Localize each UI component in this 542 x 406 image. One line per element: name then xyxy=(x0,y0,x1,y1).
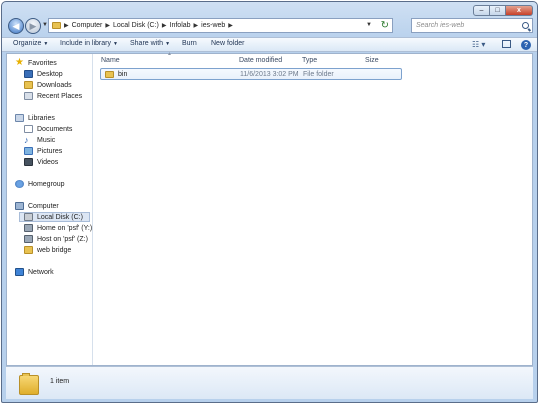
nav-label: Music xyxy=(37,136,56,144)
explorer-window: – □ x ◀ ▶ ▼ ▶ Computer ▶ Local Disk (C:)… xyxy=(1,1,538,403)
address-bar[interactable]: ▶ Computer ▶ Local Disk (C:) ▶ Infolab ▶… xyxy=(48,18,393,33)
disk-icon xyxy=(24,213,33,221)
minimize-button[interactable]: – xyxy=(473,5,490,16)
chevron-right-icon[interactable]: ▶ xyxy=(64,22,69,29)
table-row[interactable]: bin 11/6/2013 3:02 PM File folder xyxy=(100,68,402,80)
nav-label: Videos xyxy=(37,158,59,166)
nav-computer[interactable]: Computer xyxy=(15,201,100,211)
column-header-size[interactable]: Size xyxy=(365,57,379,64)
nav-label: Recent Places xyxy=(37,92,83,100)
nav-label: Home on 'psf' (Y:) xyxy=(37,224,93,232)
network-drive-icon xyxy=(24,235,33,243)
include-in-library-button[interactable]: Include in library ▼ xyxy=(60,40,118,47)
nav-label: Pictures xyxy=(37,147,63,155)
item-count: 1 item xyxy=(50,378,70,385)
file-type: File folder xyxy=(303,71,334,78)
breadcrumb-infolab[interactable]: Infolab xyxy=(170,22,191,29)
homegroup-icon xyxy=(15,180,24,188)
nav-label: Desktop xyxy=(37,70,63,78)
nav-label: Computer xyxy=(28,202,59,210)
back-button[interactable]: ◀ xyxy=(8,18,24,34)
folder-icon xyxy=(24,246,33,254)
share-with-button[interactable]: Share with ▼ xyxy=(130,40,170,47)
computer-icon xyxy=(15,202,24,210)
nav-label: Downloads xyxy=(37,81,72,89)
file-list: ▲ Name Date modified Type Size bin 11/6/… xyxy=(94,51,532,365)
folder-icon xyxy=(19,373,39,395)
column-header-name[interactable]: Name xyxy=(101,57,120,64)
burn-button[interactable]: Burn xyxy=(182,40,197,47)
column-header-date-modified[interactable]: Date modified xyxy=(239,57,282,64)
network-drive-icon xyxy=(24,224,33,232)
address-history-dropdown[interactable]: ▼ xyxy=(366,22,372,28)
nav-homegroup[interactable]: Homegroup xyxy=(15,179,100,189)
libraries-icon xyxy=(15,114,24,122)
nav-local-disk[interactable]: Local Disk (C:) xyxy=(19,212,90,222)
new-folder-button[interactable]: New folder xyxy=(211,40,244,47)
maximize-button[interactable]: □ xyxy=(490,5,506,16)
details-pane: 1 item xyxy=(6,366,533,399)
chevron-down-icon: ▼ xyxy=(112,41,118,47)
window-controls: – □ x xyxy=(473,5,533,16)
nav-label: web bridge xyxy=(37,246,72,254)
nav-label: Favorites xyxy=(28,59,57,67)
nav-label: Documents xyxy=(37,125,73,133)
nav-network[interactable]: Network xyxy=(15,267,100,277)
navigation-bar: ◀ ▶ ▼ ▶ Computer ▶ Local Disk (C:) ▶ Inf… xyxy=(6,16,533,36)
close-button[interactable]: x xyxy=(506,5,533,16)
desktop-icon xyxy=(24,70,33,78)
recent-places-icon xyxy=(24,92,33,100)
include-label: Include in library xyxy=(60,40,111,47)
chevron-down-icon: ▼ xyxy=(43,41,49,47)
breadcrumb-local-disk[interactable]: Local Disk (C:) xyxy=(113,22,159,29)
chevron-down-icon: ▼ xyxy=(165,41,171,47)
network-icon xyxy=(15,268,24,276)
videos-icon xyxy=(24,158,33,166)
search-input[interactable]: Search ies-web xyxy=(411,18,533,33)
documents-icon xyxy=(24,125,33,133)
chevron-right-icon[interactable]: ▶ xyxy=(105,22,110,29)
forward-button[interactable]: ▶ xyxy=(25,18,41,34)
main-area: ★ Favorites Desktop Downloads Recent Plac… xyxy=(6,51,533,366)
file-date: 11/6/2013 3:02 PM xyxy=(240,71,299,78)
change-view-button[interactable]: ☷ ▾ xyxy=(472,40,485,49)
chevron-right-icon[interactable]: ▶ xyxy=(194,22,199,29)
nav-favorites[interactable]: ★ Favorites xyxy=(15,58,100,68)
breadcrumb-ies-web[interactable]: ies-web xyxy=(201,22,225,29)
organize-button[interactable]: Organize ▼ xyxy=(13,40,48,47)
nav-label: Libraries xyxy=(28,114,55,122)
help-icon[interactable]: ? xyxy=(521,40,531,50)
preview-pane-icon[interactable] xyxy=(502,40,511,48)
breadcrumb-computer[interactable]: Computer xyxy=(72,22,103,29)
downloads-icon xyxy=(24,81,33,89)
search-placeholder: Search ies-web xyxy=(416,22,465,29)
navigation-pane: ★ Favorites Desktop Downloads Recent Plac… xyxy=(7,54,93,365)
music-icon: ♪ xyxy=(24,135,29,145)
nav-label: Homegroup xyxy=(28,180,65,188)
command-bar: Organize ▼ Include in library ▼ Share with… xyxy=(2,37,537,52)
pictures-icon xyxy=(24,147,33,155)
folder-icon xyxy=(105,71,114,78)
file-name: bin xyxy=(118,71,128,78)
folder-icon xyxy=(52,22,61,29)
nav-libraries[interactable]: Libraries xyxy=(15,113,100,123)
refresh-icon[interactable]: ↻ xyxy=(381,20,389,31)
nav-label: Local Disk (C:) xyxy=(37,213,83,221)
organize-label: Organize xyxy=(13,40,42,47)
nav-label: Host on 'psf' (Z:) xyxy=(37,235,88,243)
column-header-type[interactable]: Type xyxy=(302,57,317,64)
chevron-right-icon[interactable]: ▶ xyxy=(228,22,233,29)
nav-label: Network xyxy=(28,268,54,276)
share-label: Share with xyxy=(130,40,164,47)
search-icon xyxy=(522,22,529,29)
star-icon: ★ xyxy=(15,57,24,68)
sort-arrow-icon: ▲ xyxy=(167,51,172,57)
chevron-right-icon[interactable]: ▶ xyxy=(162,22,167,29)
